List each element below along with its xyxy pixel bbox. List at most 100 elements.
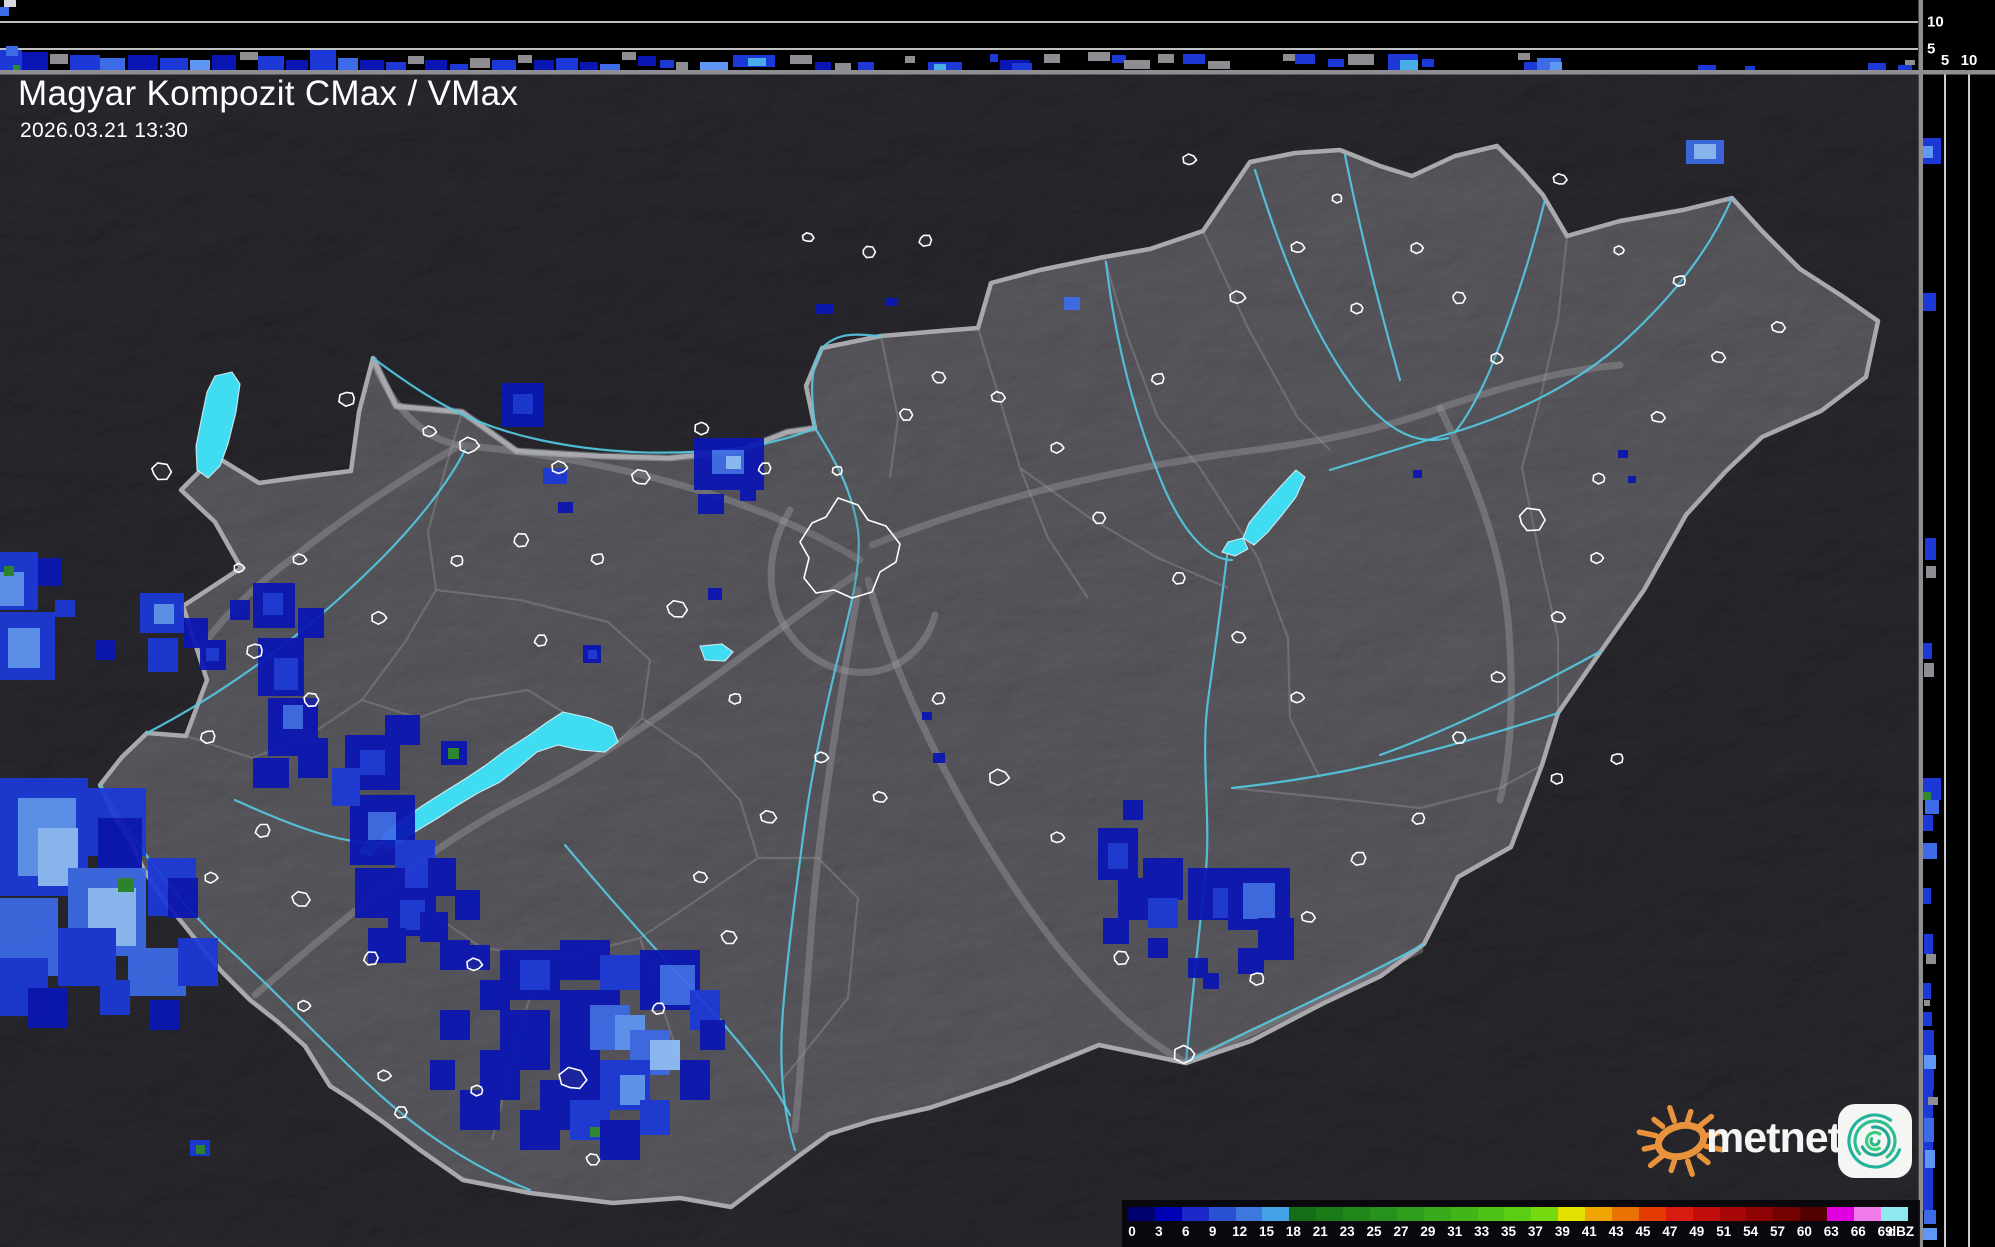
radar-echo [1208,61,1230,69]
colorbar-cell [1208,1207,1236,1221]
colorbar-cell [1585,1207,1613,1221]
radar-echo [1123,800,1143,820]
colorbar-cell [1692,1207,1720,1221]
colorbar-tick-label: 23 [1339,1224,1355,1239]
colorbar-tick-label: 35 [1501,1224,1517,1239]
radar-echo [680,1060,710,1100]
radar-echo [455,890,480,920]
city-outline [303,692,320,708]
colorbar-cell [1827,1207,1855,1221]
radar-echo [212,55,236,72]
radar-echo [1925,538,1936,560]
city-outline [1350,302,1364,315]
radar-echo [0,7,9,16]
radar-echo [638,56,656,66]
colorbar-cell [1423,1207,1451,1221]
radar-echo [230,600,250,620]
city-outline [1231,630,1247,644]
sun-ray [1636,1129,1659,1139]
radar-echo [600,955,640,990]
radar-echo [128,55,158,72]
colorbar-tick-label: 49 [1689,1224,1705,1239]
radar-map [0,0,1995,1247]
radar-echo [100,980,130,1015]
colorbar-tick-label: 33 [1474,1224,1490,1239]
radar-echo [660,60,674,68]
radar-echo [1243,883,1275,919]
radar-echo [1923,815,1933,831]
top-strip-label-10km: 10 [1927,13,1944,31]
radar-echo [1143,858,1183,900]
city-outline [931,371,947,384]
radar-echo [70,55,100,72]
radar-echo [1148,938,1168,958]
radar-echo [1148,898,1178,928]
radar-echo [748,58,766,66]
colorbar-cell [1531,1207,1559,1221]
colorbar-cell [1235,1207,1263,1221]
colorbar-tick-label: 63 [1823,1224,1839,1239]
radar-echo [95,640,115,660]
radar-echo [8,628,40,668]
city-outline [728,692,742,705]
sun-ray [1641,1143,1659,1152]
city-outline [590,553,605,566]
radar-echo [1926,954,1936,964]
colorbar-tick-label: 3 [1155,1224,1163,1239]
city-outline [1710,350,1727,364]
radar-echo [816,304,834,314]
colorbar-tick-label: 21 [1312,1224,1328,1239]
city-outline [1092,511,1107,525]
colorbar-cell [1154,1207,1182,1221]
radar-echo [1203,973,1219,989]
radar-echo [676,62,688,70]
city-outline [757,462,772,475]
colorbar-tick-label: 37 [1527,1224,1543,1239]
radar-echo [338,58,358,72]
radar-echo [650,1040,680,1070]
radar-echo [128,948,186,996]
radar-echo [263,593,283,615]
radar-echo [708,588,722,600]
radar-echo [835,63,851,70]
colorbar: 0 3 6 9 12 15 18 21 23 25 27 29 31 33 35 37 39 41 43 45 47 49… [1122,1200,1920,1247]
city-outline [338,391,355,407]
radar-echo [428,858,456,896]
radar-echo [1923,983,1931,999]
radar-echo [922,712,932,720]
colorbar-cell [1800,1207,1828,1221]
city-outline [199,730,216,745]
colorbar-unit: dBZ [1887,1224,1915,1239]
radar-echo [698,494,724,514]
radar-echo [4,0,16,7]
radar-echo [1923,1175,1932,1205]
colorbar-cell [1316,1207,1344,1221]
city-outline [692,870,709,884]
colorbar-tick-label: 18 [1285,1224,1301,1239]
radar-echo [283,705,303,729]
radar-echo [332,768,360,806]
metnet-logo-text: metnet [1706,1114,1842,1162]
radar-echo [1400,60,1418,70]
city-outline [450,555,464,567]
radar-echo [1924,1210,1936,1224]
colorbar-cell [1477,1207,1505,1221]
radar-echo [590,1127,600,1137]
radar-echo [726,456,741,469]
colorbar-tick-label: 45 [1635,1224,1651,1239]
city-outline [1249,972,1265,986]
radar-echo [1923,293,1936,311]
city-outline [291,890,311,907]
radar-echo [1112,55,1126,63]
city-outline [1770,320,1787,333]
colorbar-tick-label: 25 [1366,1224,1382,1239]
radar-echo [660,965,695,1005]
radar-echo [206,648,219,661]
colorbar-cell [1289,1207,1317,1221]
radar-app-icon [1838,1104,1912,1178]
radar-echo [28,988,68,1028]
radar-echo [0,572,24,606]
radar-echo [1295,54,1315,64]
city-outline [393,1106,408,1119]
radar-echo [556,58,578,70]
